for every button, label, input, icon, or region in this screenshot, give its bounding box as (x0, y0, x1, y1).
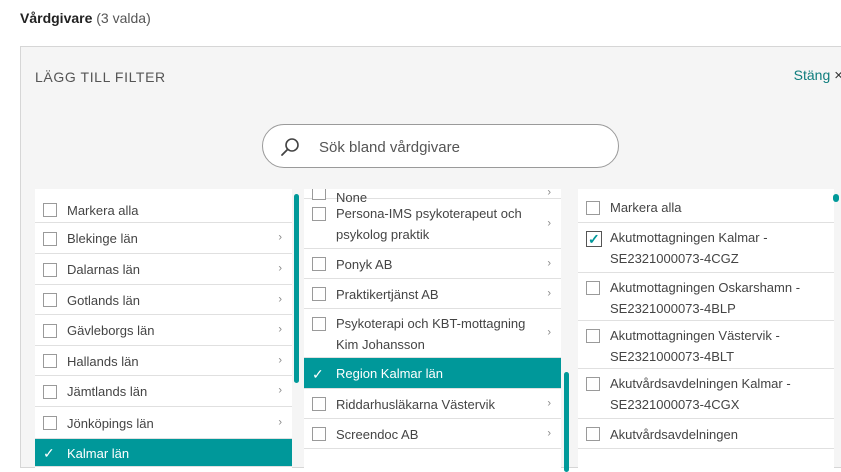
list-item[interactable]: Akutmottagningen Oskarshamn - SE23210000… (578, 273, 834, 321)
list-item[interactable]: None › (304, 189, 561, 205)
checkbox[interactable] (586, 427, 600, 441)
unit-list: Markera alla ✓ Akutmottagningen Kalmar - S… (578, 189, 834, 469)
filter-heading: Vårdgivare (3 valda) (20, 10, 151, 26)
county-list-scrollbar[interactable] (294, 194, 299, 383)
list-item-label: Markera alla (67, 202, 139, 218)
list-item[interactable]: ✓ Region Kalmar län (304, 358, 561, 389)
chevron-right-icon: › (547, 397, 551, 409)
chevron-right-icon: › (278, 231, 282, 244)
list-item[interactable]: Akutmottagningen Västervik - SE232100007… (578, 321, 834, 369)
checkbox[interactable] (43, 446, 57, 460)
list-item-label: Akutvårdsavdelningen (610, 426, 738, 442)
list-item-label: Gotlands län (67, 292, 140, 308)
list-item-label: Persona-IMS psykoterapeut och psykolog p… (336, 206, 522, 242)
checkbox[interactable] (312, 257, 326, 271)
list-item-label: Riddarhusläkarna Västervik (336, 396, 495, 412)
chevron-right-icon: › (547, 287, 551, 299)
chevron-right-icon: › (278, 293, 282, 305)
checkbox[interactable] (43, 262, 57, 277)
checkbox[interactable]: ✓ (586, 231, 602, 247)
list-item[interactable]: Akutvårdsavdelningen Kalmar - SE23210000… (578, 369, 834, 419)
provider-list: None › Persona-IMS psykoterapeut och psyko… (304, 189, 561, 469)
list-item[interactable]: Ponyk AB › (304, 249, 561, 279)
filter-heading-title: Vårdgivare (20, 10, 93, 26)
list-item[interactable]: Markera alla (578, 192, 834, 223)
checkbox[interactable] (43, 354, 57, 368)
panel-title: LÄGG TILL FILTER (35, 69, 166, 85)
list-item[interactable]: Gävleborgs län › (35, 315, 292, 346)
list-item-label: Hallands län (67, 353, 139, 369)
filter-panel: LÄGG TILL FILTER Stäng× Markera alla Blek… (20, 46, 841, 472)
chevron-right-icon: › (278, 262, 282, 275)
list-item[interactable]: Riddarhusläkarna Västervik › (304, 389, 561, 419)
checkbox[interactable] (312, 317, 326, 331)
search-input[interactable] (317, 135, 601, 159)
chevron-right-icon: › (278, 416, 282, 428)
provider-list-scrollbar[interactable] (564, 372, 569, 472)
list-item-label: Ponyk AB (336, 256, 393, 272)
list-item[interactable]: Psykoterapi och KBT-mottagning Kim Johan… (304, 309, 561, 358)
search-box[interactable] (262, 124, 619, 168)
checkbox[interactable] (312, 427, 326, 441)
list-item[interactable]: Blekinge län › (35, 223, 292, 254)
list-item-label: Akutmottagningen Kalmar - SE2321000073-4… (610, 230, 768, 266)
chevron-right-icon: › (547, 217, 551, 229)
list-item-label: Praktikertjänst AB (336, 286, 439, 302)
list-item-label: Region Kalmar län (336, 366, 443, 381)
checkbox[interactable] (312, 207, 326, 221)
list-item-label: Markera alla (610, 200, 682, 215)
list-item-label: Jämtlands län (67, 384, 148, 399)
checkbox[interactable] (43, 323, 57, 338)
list-item[interactable]: Akutvårdsavdelningen (578, 419, 834, 449)
chevron-right-icon: › (278, 323, 282, 336)
checkmark-icon: ✓ (588, 231, 600, 247)
chevron-right-icon: › (547, 257, 551, 269)
selected-count: (3 valda) (96, 10, 151, 26)
county-list: Markera alla Blekinge län › Dalarnas län › Go… (35, 189, 292, 469)
chevron-right-icon: › (278, 384, 282, 397)
close-label: Stäng (793, 67, 831, 83)
search-icon (281, 138, 299, 156)
close-icon: × (834, 67, 841, 84)
list-item[interactable]: Jönköpings län › (35, 407, 292, 439)
checkbox[interactable] (312, 397, 326, 411)
checkbox[interactable] (312, 287, 326, 301)
checkbox[interactable] (43, 231, 57, 246)
list-item[interactable]: Markera alla (35, 197, 292, 223)
list-item[interactable]: Praktikertjänst AB › (304, 279, 561, 309)
list-item-label: Jönköpings län (67, 415, 154, 431)
list-item-label: Kalmar län (67, 445, 130, 461)
list-item-label: Akutmottagningen Oskarshamn - SE23210000… (610, 280, 801, 316)
list-item[interactable]: Hallands län › (35, 346, 292, 376)
list-item-label: Akutmottagningen Västervik - SE232100007… (610, 328, 780, 364)
list-item-label: Dalarnas län (67, 262, 140, 277)
list-item-label: Screendoc AB (336, 426, 419, 442)
list-item[interactable]: Screendoc AB › (304, 419, 561, 449)
list-item-label: Blekinge län (67, 231, 138, 246)
chevron-right-icon: › (547, 427, 551, 439)
list-item[interactable]: Gotlands län › (35, 285, 292, 315)
checkbox[interactable] (43, 293, 57, 307)
checkbox[interactable] (586, 281, 600, 295)
checkbox[interactable] (312, 367, 326, 381)
chevron-right-icon: › (278, 354, 282, 366)
chevron-right-icon: › (547, 326, 551, 339)
checkbox[interactable] (586, 377, 600, 391)
list-item-label: Akutvårdsavdelningen Kalmar - SE23210000… (610, 376, 791, 412)
list-item-label: Psykoterapi och KBT-mottagning Kim Johan… (336, 316, 526, 352)
list-item[interactable]: Persona-IMS psykoterapeut och psykolog p… (304, 199, 561, 249)
checkbox[interactable] (43, 384, 57, 399)
list-item[interactable]: Jämtlands län › (35, 376, 292, 407)
checkbox[interactable] (43, 416, 57, 430)
unit-list-scrollbar[interactable] (833, 194, 839, 202)
checkbox[interactable] (586, 329, 600, 343)
list-item-label: Gävleborgs län (67, 323, 155, 338)
checkbox[interactable] (586, 200, 600, 215)
list-item[interactable]: ✓ Akutmottagningen Kalmar - SE2321000073-… (578, 223, 834, 273)
list-item[interactable]: Dalarnas län › (35, 254, 292, 285)
checkbox[interactable] (43, 203, 57, 217)
list-item[interactable]: ✓ Kalmar län (35, 439, 292, 467)
close-button[interactable]: Stäng × (794, 67, 841, 84)
